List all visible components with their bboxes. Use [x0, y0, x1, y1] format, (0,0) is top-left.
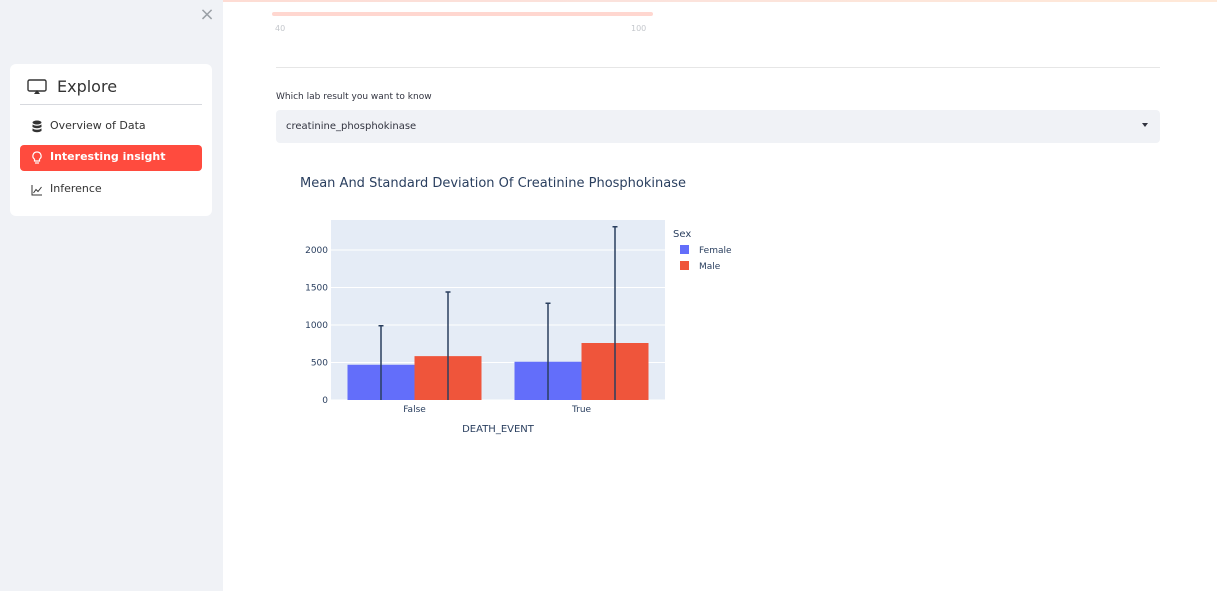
sidebar: × Explore Overview of Data Interesting i… [0, 0, 223, 591]
database-icon [32, 120, 42, 133]
close-icon[interactable]: × [199, 6, 215, 24]
y-tick-label: 1500 [305, 284, 328, 294]
slider-track[interactable] [272, 12, 653, 16]
sidebar-item-label: Inference [50, 182, 102, 195]
sidebar-item-interesting-insight[interactable]: Interesting insight [20, 145, 202, 171]
select-label: Which lab result you want to know [276, 92, 432, 102]
chart-title: Mean And Standard Deviation Of Creatinin… [300, 176, 686, 191]
bar-chart: Mean And Standard Deviation Of Creatinin… [300, 176, 732, 435]
y-tick-label: 2000 [305, 246, 328, 256]
sidebar-item-label: Overview of Data [50, 119, 146, 132]
sidebar-item-inference[interactable]: Inference [20, 177, 202, 203]
line-chart-icon [31, 185, 42, 196]
nav-menu-title: Explore [57, 77, 118, 96]
legend-label: Male [699, 262, 721, 272]
y-tick-label: 0 [322, 396, 328, 406]
legend-swatch [680, 261, 689, 270]
nav-menu-header: Explore [20, 74, 202, 105]
slider-min-label: 40 [275, 24, 286, 33]
legend-title: Sex [673, 229, 691, 240]
section-divider [276, 67, 1160, 68]
tv-icon [27, 79, 47, 94]
y-tick-label: 1000 [305, 321, 328, 331]
legend-label: Female [699, 246, 732, 256]
sidebar-item-overview-of-data[interactable]: Overview of Data [20, 114, 202, 140]
y-tick-label: 500 [311, 359, 328, 369]
x-tick-label: True [571, 405, 592, 415]
slider-max-label: 100 [631, 24, 647, 33]
x-axis-label: DEATH_EVENT [462, 424, 535, 435]
lightbulb-icon [32, 151, 42, 164]
chevron-down-icon[interactable] [1142, 123, 1148, 127]
lab-result-select[interactable]: creatinine_phosphokinase [276, 110, 1160, 143]
sidebar-item-label: Interesting insight [50, 150, 166, 163]
select-value: creatinine_phosphokinase [286, 121, 417, 132]
nav-menu: Explore Overview of Data Interesting ins… [10, 64, 212, 216]
legend-swatch [680, 245, 689, 254]
x-tick-label: False [403, 405, 426, 415]
